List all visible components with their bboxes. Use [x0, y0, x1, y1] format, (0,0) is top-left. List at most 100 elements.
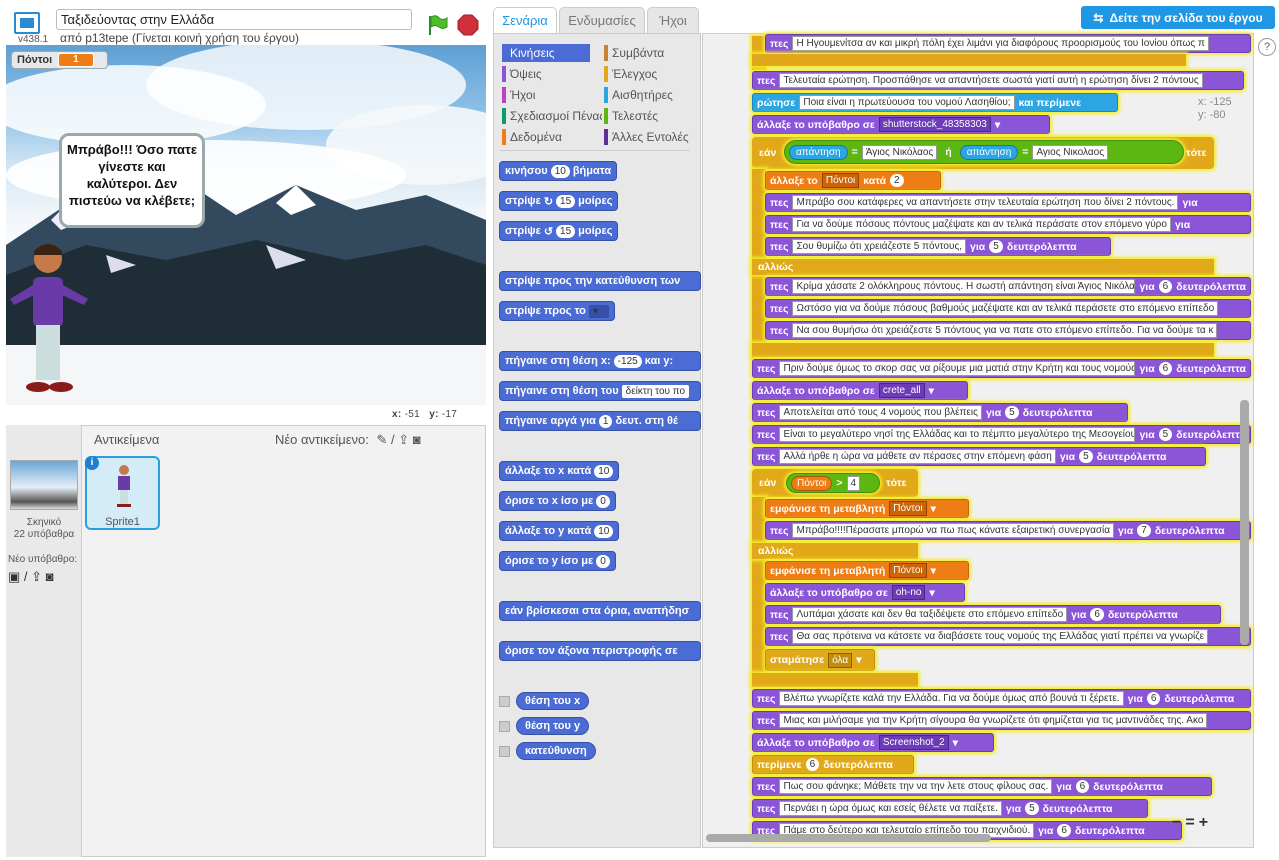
green-flag-icon[interactable]: [426, 14, 448, 36]
backdrop-camera-icon[interactable]: ◙: [46, 569, 54, 584]
stop-block[interactable]: σταμάτησε όλα ▾: [765, 649, 875, 671]
if-label: εάν: [759, 147, 777, 159]
new-object-label: Νέο αντικείμενο: ✎ / ⇪ ◙: [275, 432, 421, 447]
reporter-y-position[interactable]: θέση του y: [499, 716, 590, 736]
category-pen[interactable]: Σχεδιασμοί Πένας: [502, 107, 602, 125]
say-for-block[interactable]: πες Είναι το μεγαλύτερο νησί της Ελλάδας …: [752, 425, 1251, 444]
zoom-reset-icon[interactable]: =: [1185, 814, 1194, 832]
switch-backdrop-block[interactable]: άλλαξε το υπόβαθρο σε oh-no ▾: [765, 583, 965, 602]
vertical-scrollbar[interactable]: [1240, 400, 1249, 645]
say-block[interactable]: πες Η Ηγουμενίτσα αν και μικρή πόλη έχει …: [765, 34, 1251, 53]
block-turn-right[interactable]: στρίψε ↻ 15 μοίρες: [499, 191, 619, 211]
sprite-position: x: -125 y: -80: [1198, 96, 1232, 121]
say-for-block[interactable]: πες Θα σας πρότεινα να κάτσετε να διαβάσε…: [765, 627, 1251, 646]
category-control[interactable]: Έλεγχος: [604, 65, 657, 83]
objects-header: Αντικείμενα: [94, 432, 160, 447]
ask-block[interactable]: ρώτησε Ποια είναι η πρωτεύουσα του νομού …: [752, 93, 1118, 112]
zoom-out-icon[interactable]: −: [1172, 814, 1181, 832]
say-for-block[interactable]: πες Σου θυμίζω ότι χρειάζεστε 5 πόντους, γ…: [765, 237, 1111, 256]
variable-value: 1: [58, 53, 94, 67]
stop-icon[interactable]: [457, 14, 479, 36]
block-change-x[interactable]: άλλαξε το x κατά 10: [499, 461, 620, 481]
category-sensing[interactable]: Αισθητήρες: [604, 86, 673, 104]
block-rotation-style[interactable]: όρισε τον άξονα περιστροφής σε: [499, 641, 701, 661]
zoom-in-icon[interactable]: +: [1199, 814, 1208, 832]
category-looks[interactable]: Όψεις: [502, 65, 542, 83]
see-project-page-button[interactable]: ⇆ Δείτε την σελίδα του έργου: [1081, 6, 1275, 29]
speech-bubble: Μπράβο!!! Όσο πατε γίνεστε και καλύτεροι…: [59, 133, 205, 228]
brush-icon[interactable]: /: [391, 432, 395, 447]
stage-thumbnail[interactable]: [10, 460, 78, 510]
say-for-block[interactable]: πες Πως σου φάνηκε; Μάθετε την να την λετ…: [752, 777, 1212, 796]
block-goto[interactable]: πήγαινε στη θέση του δείκτη του πο: [499, 381, 701, 401]
info-icon[interactable]: i: [85, 456, 99, 470]
upload-icon[interactable]: ⇪: [398, 432, 409, 447]
block-set-x[interactable]: όρισε το x ίσο με 0: [499, 491, 616, 511]
switch-backdrop-block[interactable]: άλλαξε το υπόβαθρο σε shutterstock_483583…: [752, 115, 1050, 134]
say-for-block[interactable]: πες Βλέπω γνωρίζετε καλά την Ελλάδα. Για …: [752, 689, 1251, 708]
say-block[interactable]: πες Τελευταία ερώτηση. Προσπάθησε να απαν…: [752, 71, 1244, 90]
checkbox[interactable]: [499, 720, 510, 732]
show-variable-block[interactable]: εμφάνισε τη μεταβλητή Πόντοι ▾: [765, 561, 969, 580]
reporter-direction[interactable]: κατεύθυνση: [499, 741, 596, 761]
swap-icon: ⇆: [1093, 10, 1104, 25]
project-byline: από p13tepe (Γίνεται κοινή χρήση του έργ…: [60, 31, 300, 45]
else-label: αλλιώς: [758, 545, 794, 557]
say-for-block[interactable]: πες Ωστόσο για να δούμε πόσους βαθμούς μα…: [765, 299, 1251, 318]
say-for-block[interactable]: πες Κρίμα χάσατε 2 ολόκληρους πόντους. Η …: [765, 277, 1251, 296]
project-title-input[interactable]: [56, 9, 412, 30]
switch-backdrop-block[interactable]: άλλαξε το υπόβαθρο σε Screenshot_2 ▾: [752, 733, 994, 752]
help-icon[interactable]: ?: [1258, 38, 1276, 56]
backdrop-image-icon[interactable]: ▣: [8, 569, 20, 584]
horizontal-scrollbar[interactable]: [706, 834, 991, 842]
block-move[interactable]: κινήσου 10 βήματα: [499, 161, 618, 181]
then-label: τότε: [1186, 147, 1207, 159]
backdrop-paint-icon[interactable]: /: [24, 569, 28, 584]
category-data[interactable]: Δεδομένα: [502, 128, 562, 146]
camera-icon[interactable]: ◙: [413, 432, 421, 447]
reporter-x-position[interactable]: θέση του x: [499, 691, 590, 711]
say-for-block[interactable]: πες Μιας και μιλήσαμε για την Κρήτη σίγου…: [752, 711, 1251, 730]
say-for-block[interactable]: πες Να σου θυμήσω ότι χρειάζεστε 5 πόντου…: [765, 321, 1251, 340]
switch-backdrop-block[interactable]: άλλαξε το υπόβαθρο σε crete_all ▾: [752, 381, 968, 400]
change-var-block[interactable]: άλλαξε το Πόντοι κατά 2: [765, 171, 941, 190]
category-operators[interactable]: Τελεστές: [604, 107, 658, 125]
checkbox[interactable]: [499, 695, 510, 707]
category-events[interactable]: Συμβάντα: [604, 44, 664, 62]
paint-icon[interactable]: ✎: [377, 432, 388, 447]
say-for-block[interactable]: πες Αλλά ήρθε η ώρα να μάθετε αν πέρασες …: [752, 447, 1206, 466]
block-turn-left[interactable]: στρίψε ↺ 15 μοίρες: [499, 221, 619, 241]
tab-scripts[interactable]: Σενάρια: [493, 7, 557, 33]
say-for-block[interactable]: πες Περνάει η ώρα όμως και εσείς θέλετε ν…: [752, 799, 1148, 818]
say-for-block[interactable]: πες Μπράβο!!!!Πέρασατε μπορώ να πω πως κά…: [765, 521, 1251, 540]
block-goto-xy[interactable]: πήγαινε στη θέση x: -125 και y:: [499, 351, 701, 371]
greater-than-condition[interactable]: Πόντοι >4: [786, 473, 880, 493]
tab-sounds[interactable]: Ήχοι: [647, 7, 699, 33]
category-more-blocks[interactable]: Άλλες Εντολές: [604, 128, 689, 146]
category-motion[interactable]: Κινήσεις: [502, 44, 590, 62]
tab-costumes[interactable]: Ενδυμασίες: [559, 7, 645, 33]
category-sound[interactable]: Ήχοι: [502, 86, 535, 104]
say-for-block[interactable]: πες Πριν δούμε όμως το σκορ σας να ρίξουμ…: [752, 359, 1251, 378]
wait-block[interactable]: περίμενε 6 δευτερόλεπτα: [752, 755, 914, 774]
block-glide[interactable]: πήγαινε αργά για 1 δευτ. στη θέ: [499, 411, 701, 431]
say-for-block[interactable]: πες Αποτελείται από τους 4 νομούς που βλέ…: [752, 403, 1128, 422]
block-change-y[interactable]: άλλαξε το y κατά 10: [499, 521, 620, 541]
variable-monitor[interactable]: Πόντοι 1: [11, 51, 108, 69]
if-bottom: [752, 343, 1214, 357]
else-bar: [752, 259, 1214, 275]
show-variable-block[interactable]: εμφάνισε τη μεταβλητή Πόντοι ▾: [765, 499, 969, 518]
block-point-direction[interactable]: στρίψε προς την κατεύθυνση των: [499, 271, 701, 291]
fullscreen-icon[interactable]: [14, 12, 40, 34]
if-arm: [752, 497, 766, 687]
backdrop-upload-icon[interactable]: ⇪: [31, 569, 42, 584]
say-for-block[interactable]: πες Λυπάμαι χάσατε και δεν θα ταξιδέψετε …: [765, 605, 1221, 624]
or-condition[interactable]: απάντηση = Άγιος Νικόλαος ή απάντηση = Αγιος…: [784, 140, 1184, 164]
block-point-towards[interactable]: στρίψε προς το ▾: [499, 301, 615, 321]
say-for-block[interactable]: πες Για να δούμε πόσους πόντους μαζέψατε …: [765, 215, 1251, 234]
boy-sprite[interactable]: [6, 237, 96, 405]
checkbox[interactable]: [499, 745, 510, 757]
block-set-y[interactable]: όρισε το y ίσο με 0: [499, 551, 616, 571]
say-for-block[interactable]: πες Μπράβο σου κατάφερες να απαντήσετε στ…: [765, 193, 1251, 212]
block-bounce[interactable]: εάν βρίσκεσαι στα όρια, αναπήδησ: [499, 601, 701, 621]
